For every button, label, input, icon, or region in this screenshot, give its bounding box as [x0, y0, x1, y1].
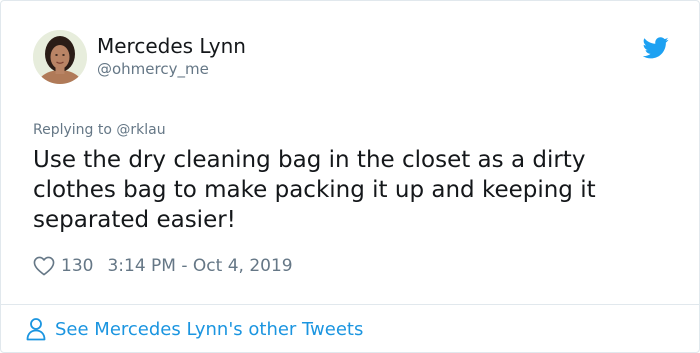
see-other-tweets-label[interactable]: See Mercedes Lynn's other Tweets	[55, 319, 363, 340]
twitter-bird-icon[interactable]	[643, 37, 669, 59]
timestamp[interactable]: 3:14 PM - Oct 4, 2019	[107, 256, 292, 276]
replying-prefix: Replying to	[33, 122, 112, 138]
author-name[interactable]: Mercedes Lynn	[97, 34, 246, 58]
footer-divider	[1, 304, 699, 305]
person-icon	[26, 318, 46, 341]
tweet-meta: 130 3:14 PM - Oct 4, 2019	[33, 254, 293, 278]
heart-icon[interactable]	[33, 256, 55, 276]
avatar[interactable]	[33, 30, 87, 84]
tweet-card: Mercedes Lynn @ohmercy_me Replying to @r…	[0, 0, 700, 353]
replying-to: Replying to @rklau	[33, 121, 166, 139]
see-other-tweets-link[interactable]: See Mercedes Lynn's other Tweets	[25, 315, 363, 343]
profile-photo-icon	[33, 30, 87, 84]
like-count[interactable]: 130	[61, 256, 93, 276]
replying-mention-link[interactable]: @rklau	[116, 122, 165, 138]
tweet-text: Use the dry cleaning bag in the closet a…	[33, 147, 596, 233]
author-handle[interactable]: @ohmercy_me	[97, 60, 209, 78]
